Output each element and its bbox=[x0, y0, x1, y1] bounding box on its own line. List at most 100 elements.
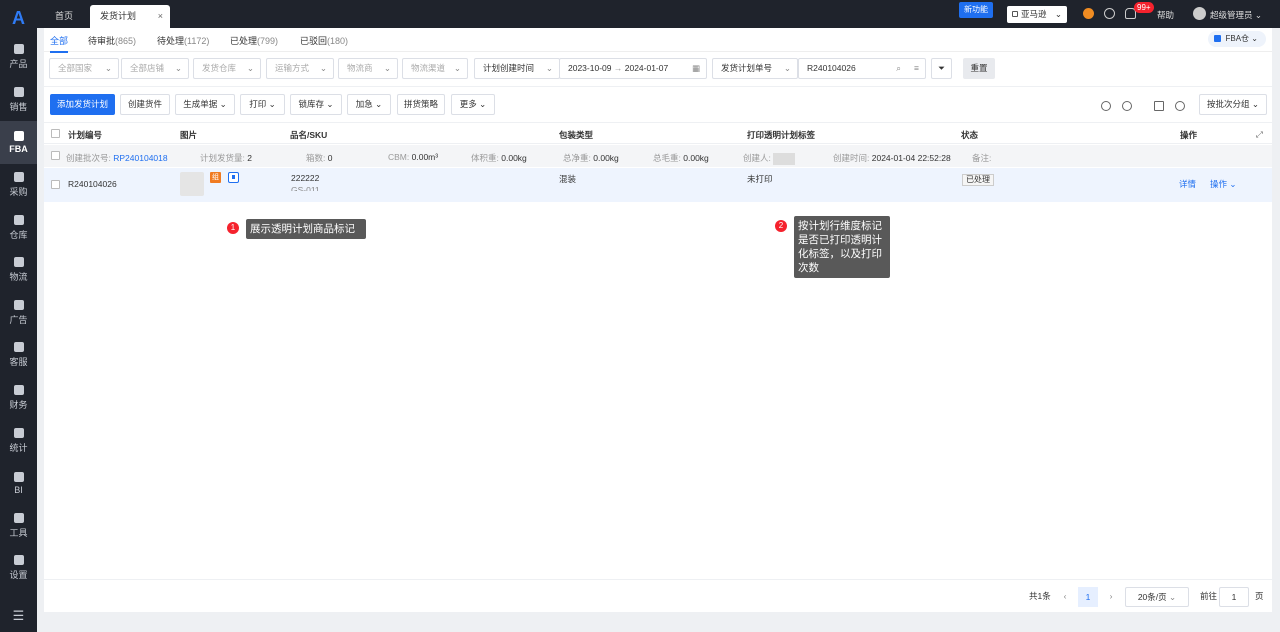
prev-page-button[interactable]: ‹ bbox=[1058, 587, 1072, 607]
sidebar-item-logistics[interactable]: 物流 bbox=[0, 249, 37, 292]
help-link[interactable]: 帮助 bbox=[1157, 9, 1174, 21]
search-value: R240104026 bbox=[807, 63, 856, 73]
user-menu[interactable]: 超级管理员 ⌄ bbox=[1210, 9, 1262, 21]
tab-processed[interactable]: 已处理(799) bbox=[230, 34, 278, 47]
creator-avatar bbox=[773, 152, 796, 165]
help-circle-icon[interactable] bbox=[1122, 101, 1132, 111]
select-placeholder: 运输方式 bbox=[275, 63, 310, 73]
sidebar-item-finance[interactable]: 财务 bbox=[0, 377, 37, 420]
new-feature-button[interactable]: 新功能 bbox=[959, 2, 993, 18]
chevron-down-icon: ⌄ bbox=[1251, 99, 1259, 109]
lock-stock-button[interactable]: 锁库存 ⌄ bbox=[290, 94, 342, 115]
sidebar-item-label: 销售 bbox=[9, 101, 28, 112]
tab-count: (865) bbox=[115, 36, 137, 46]
close-icon[interactable]: × bbox=[158, 5, 163, 28]
ad-icon bbox=[13, 299, 24, 310]
tab-label: 发货计划 bbox=[100, 11, 137, 21]
time-type-select[interactable]: 计划创建时间 ⌄ bbox=[474, 58, 560, 79]
sidebar-item-fba[interactable]: FBA bbox=[0, 121, 37, 164]
tab-rejected[interactable]: 已驳回(180) bbox=[300, 34, 348, 47]
refresh-icon[interactable] bbox=[1101, 101, 1111, 111]
tab-all[interactable]: 全部 bbox=[50, 34, 69, 53]
detail-link[interactable]: 详情 bbox=[1179, 178, 1196, 190]
download-icon[interactable] bbox=[1154, 101, 1164, 111]
goto-suffix: 页 bbox=[1255, 591, 1264, 601]
urgent-button[interactable]: 加急 ⌄ bbox=[347, 94, 391, 115]
fba-warehouse-select[interactable]: FBA仓 ⌄ bbox=[1207, 31, 1266, 47]
app-logo[interactable]: A bbox=[0, 0, 37, 36]
search-type-select[interactable]: 发货计划单号 ⌄ bbox=[712, 58, 798, 79]
sidebar-item-settings[interactable]: 设置 bbox=[0, 547, 37, 590]
reset-button[interactable]: 重置 bbox=[963, 58, 995, 79]
chevron-down-icon: ⌄ bbox=[246, 63, 254, 73]
select-placeholder: 全部国家 bbox=[58, 63, 93, 73]
country-select[interactable]: 全部国家 ⌄ bbox=[49, 58, 119, 79]
search-icon[interactable]: ⌕ bbox=[896, 59, 901, 78]
avatar[interactable] bbox=[1193, 7, 1206, 20]
row-action-menu[interactable]: 操作 ⌄ bbox=[1210, 178, 1237, 190]
sidebar-item-service[interactable]: 客服 bbox=[0, 334, 37, 377]
create-shipment-button[interactable]: 创建货件 bbox=[120, 94, 170, 115]
sidebar-item-bi[interactable]: BI bbox=[0, 462, 37, 505]
plan-no[interactable]: R240104026 bbox=[68, 179, 117, 189]
group-checkbox[interactable] bbox=[51, 151, 60, 160]
cart-icon bbox=[13, 172, 24, 183]
select-value: 计划创建时间 bbox=[483, 63, 535, 73]
page-1-button[interactable]: 1 bbox=[1078, 587, 1098, 607]
tab-pending[interactable]: 待处理(1172) bbox=[157, 34, 209, 47]
sidebar-item-purchase[interactable]: 采购 bbox=[0, 164, 37, 207]
chevron-down-icon: ⌄ bbox=[319, 63, 327, 73]
table-row[interactable]: R240104026 组 222222 GS-011 混装 未打印 已处理 详情… bbox=[44, 168, 1272, 202]
sidebar-item-sales[interactable]: 销售 bbox=[0, 79, 37, 122]
warehouse-select[interactable]: 发货仓库 ⌄ bbox=[193, 58, 261, 79]
print-button[interactable]: 打印 ⌄ bbox=[240, 94, 285, 115]
transparency-tag-icon[interactable] bbox=[228, 172, 239, 183]
shop-select[interactable]: 全部店铺 ⌄ bbox=[121, 58, 189, 79]
sidebar-item-stats[interactable]: 统计 bbox=[0, 419, 37, 462]
sidebar-item-label: 财务 bbox=[9, 400, 28, 411]
field-label: 总毛重: bbox=[653, 153, 681, 163]
carrier-select[interactable]: 物流商 ⌄ bbox=[338, 58, 398, 79]
batch-group-row: 创建批次号: RP240104018 计划发货量: 2 箱数: 0 CBM: 0… bbox=[44, 145, 1272, 167]
add-plan-button[interactable]: 添加发货计划 bbox=[50, 94, 115, 115]
advanced-filter-button[interactable]: ⏷ bbox=[931, 58, 952, 79]
combine-strategy-button[interactable]: 拼货策略 bbox=[397, 94, 445, 115]
goto-page-input[interactable]: 1 bbox=[1219, 587, 1249, 607]
tab-count: (799) bbox=[257, 36, 279, 46]
tab-pending-approval[interactable]: 待审批(865) bbox=[88, 34, 136, 47]
tab-home[interactable]: 首页 bbox=[45, 5, 83, 28]
transport-select[interactable]: 运输方式 ⌄ bbox=[266, 58, 334, 79]
group-by-select[interactable]: 按批次分组 ⌄ bbox=[1199, 94, 1267, 115]
date-range-picker[interactable]: 2023-10-09 → 2024-01-07 ▦ bbox=[559, 58, 707, 79]
list-icon[interactable]: ≡ bbox=[914, 59, 919, 78]
sidebar-item-label: 产品 bbox=[9, 59, 28, 70]
column-settings-icon[interactable]: ⤢ bbox=[1256, 129, 1263, 140]
sidebar-item-ads[interactable]: 广告 bbox=[0, 292, 37, 335]
generate-docs-button[interactable]: 生成单据 ⌄ bbox=[175, 94, 235, 115]
zoom-icon[interactable] bbox=[1175, 101, 1185, 111]
col-plan-no[interactable]: 计划编号 bbox=[68, 129, 102, 141]
support-icon[interactable] bbox=[1083, 8, 1094, 19]
select-all-checkbox[interactable] bbox=[51, 129, 60, 138]
top-bar: 首页 发货计划 × 新功能 亚马逊 ⌄ 99+ 帮助 超级管理员 ⌄ bbox=[37, 0, 1280, 28]
sidebar-item-tools[interactable]: 工具 bbox=[0, 505, 37, 548]
product-image[interactable] bbox=[180, 172, 204, 196]
menu-collapse-icon[interactable]: ☰ bbox=[0, 608, 37, 624]
more-button[interactable]: 更多 ⌄ bbox=[451, 94, 495, 115]
batch-no-link[interactable]: RP240104018 bbox=[113, 153, 167, 163]
sidebar-item-product[interactable]: 产品 bbox=[0, 36, 37, 79]
tab-shipment-plan[interactable]: 发货计划 × bbox=[90, 5, 170, 28]
sidebar-item-label: 客服 bbox=[9, 357, 28, 368]
batch-no: 创建批次号: RP240104018 bbox=[66, 152, 168, 164]
sidebar-item-warehouse[interactable]: 仓库 bbox=[0, 206, 37, 249]
search-input[interactable]: R240104026 ⌕ ≡ bbox=[798, 58, 926, 79]
row-checkbox[interactable] bbox=[51, 180, 60, 189]
download-icon[interactable] bbox=[1104, 8, 1115, 19]
platform-select[interactable]: 亚马逊 ⌄ bbox=[1007, 6, 1067, 23]
page-size-select[interactable]: 20条/页 ⌄ bbox=[1125, 587, 1189, 607]
next-page-button[interactable]: › bbox=[1104, 587, 1118, 607]
field-value: 0.00kg bbox=[501, 153, 527, 163]
select-placeholder: 物流商 bbox=[347, 63, 373, 73]
date-start: 2023-10-09 bbox=[568, 63, 612, 73]
channel-select[interactable]: 物流渠道 ⌄ bbox=[402, 58, 468, 79]
